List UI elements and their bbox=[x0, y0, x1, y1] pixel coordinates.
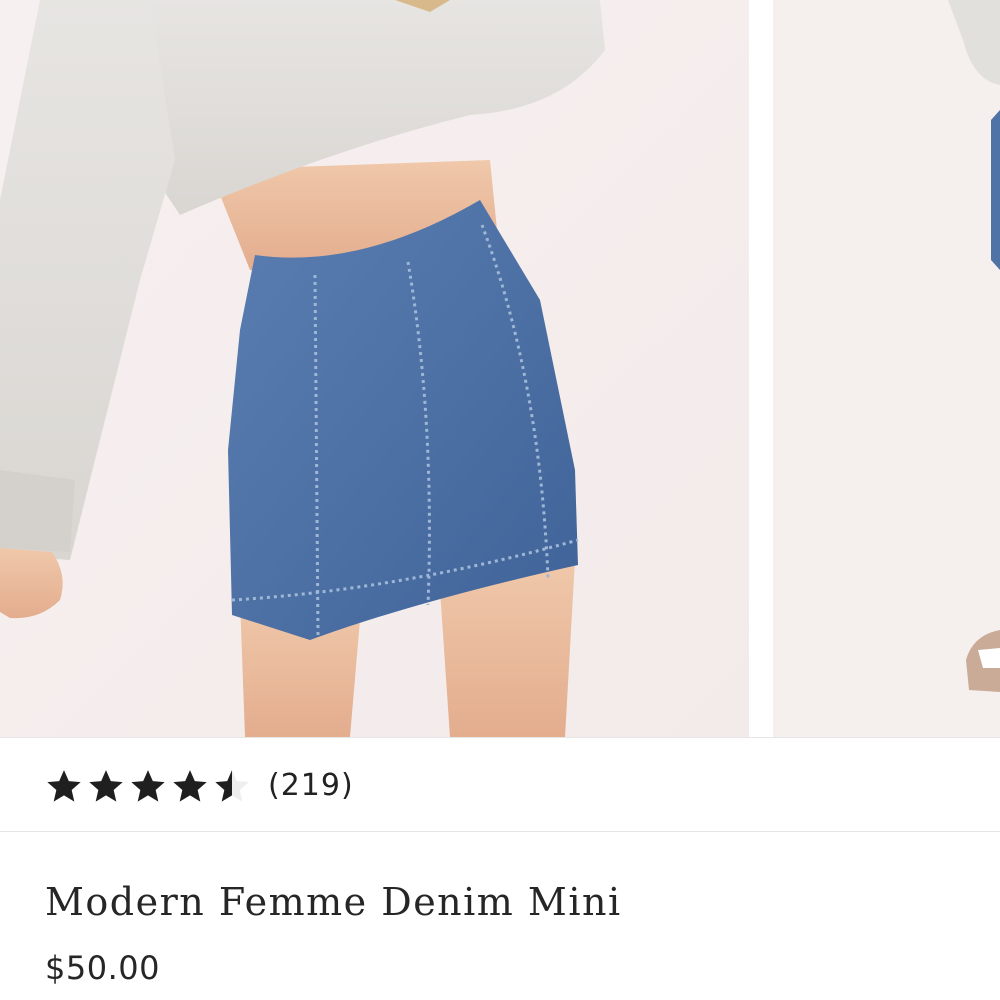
star-full-icon bbox=[173, 770, 207, 802]
divider bbox=[0, 831, 1000, 832]
product-photo-front bbox=[0, 0, 749, 737]
product-image-next[interactable] bbox=[773, 0, 1000, 737]
star-rating[interactable] bbox=[44, 766, 252, 806]
product-photo-next bbox=[773, 0, 1000, 737]
product-title: Modern Femme Denim Mini bbox=[45, 880, 622, 924]
star-half-icon bbox=[215, 770, 249, 802]
star-full-icon bbox=[47, 770, 81, 802]
product-price: $50.00 bbox=[45, 949, 160, 987]
product-image-gallery[interactable] bbox=[0, 0, 1000, 737]
product-image-main[interactable] bbox=[0, 0, 749, 737]
star-full-icon bbox=[131, 770, 165, 802]
review-count-link[interactable]: (219) bbox=[268, 767, 354, 805]
star-full-icon bbox=[89, 770, 123, 802]
